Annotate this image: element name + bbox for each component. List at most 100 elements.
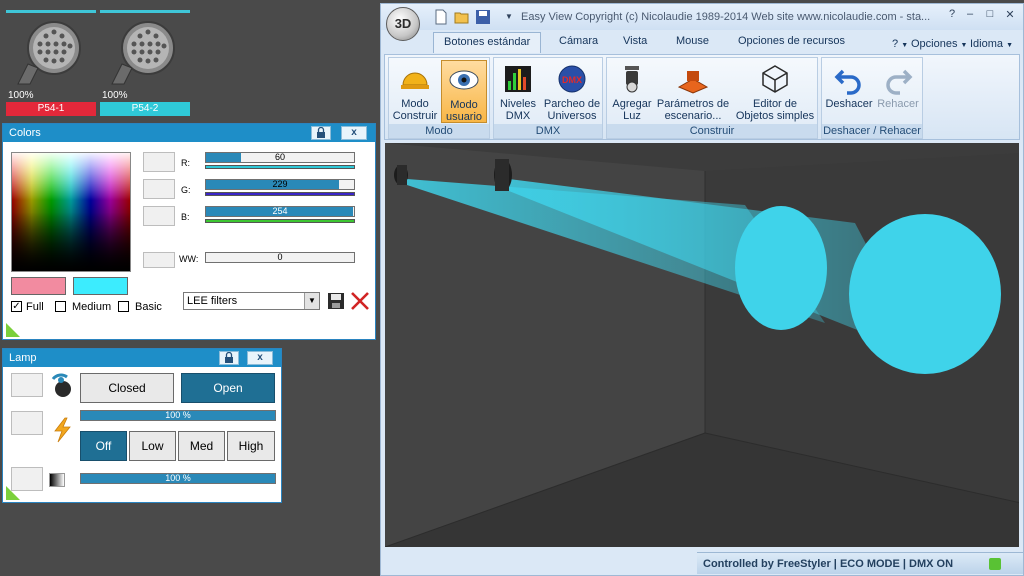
g-underline — [205, 192, 355, 196]
shutter-open-button[interactable]: Open — [181, 373, 275, 403]
b-preset-button[interactable] — [143, 206, 175, 226]
status-text: Controlled by FreeStyler | ECO MODE | DM… — [703, 558, 954, 570]
ww-preset-button[interactable] — [143, 252, 175, 268]
strobe-preset-button[interactable] — [11, 411, 43, 435]
r-value: 60 — [274, 152, 285, 162]
strobe-high-button[interactable]: High — [227, 431, 275, 461]
app-orb-button[interactable]: 3D — [386, 7, 420, 41]
ww-slider[interactable]: 0 — [205, 252, 355, 263]
group-construir: Agregar Luz Parámetros de escenario... E… — [606, 57, 818, 139]
group-modo: Modo Construir Modo usuario Modo — [388, 57, 490, 139]
save-icon[interactable] — [327, 292, 345, 310]
easy-view-window: 3D ▼ Easy View Copyright (c) Nicolaudie … — [380, 3, 1024, 576]
editor-objetos-button[interactable]: Editor de Objetos simples — [733, 60, 817, 123]
modo-construir-button[interactable]: Modo Construir — [391, 60, 439, 123]
light-spot-2 — [849, 214, 1001, 374]
g-slider[interactable]: 229 — [205, 179, 355, 190]
fixture-p54-2[interactable]: 100% P54-2 — [100, 8, 190, 118]
group-label-deshacer: Deshacer / Rehacer — [822, 124, 922, 138]
opciones-menu[interactable]: Opciones ▼ — [911, 38, 967, 50]
color-spectrum-picker[interactable] — [11, 152, 131, 272]
current-color-swatch — [11, 277, 66, 295]
light-spot-1 — [735, 206, 827, 330]
fixture-model-1 — [394, 165, 408, 185]
resize-grip-icon[interactable] — [6, 486, 20, 500]
strobe-off-button[interactable]: Off — [80, 431, 127, 461]
help-menu[interactable]: ? ▼ — [892, 38, 908, 50]
dimmer-slider[interactable]: 100 % — [80, 410, 276, 421]
r-underline — [205, 165, 355, 169]
tab-vista[interactable]: Vista — [623, 35, 647, 47]
delete-icon[interactable] — [350, 291, 370, 311]
target-color-swatch — [73, 277, 128, 295]
r-preset-button[interactable] — [143, 152, 175, 172]
strobe-med-button[interactable]: Med — [178, 431, 225, 461]
medium-checkbox[interactable] — [55, 301, 66, 312]
tab-botones-estandar[interactable]: Botones estándar — [433, 32, 542, 53]
lamp-panel-titlebar[interactable]: Lamp x — [3, 349, 281, 367]
shutter-preset-button[interactable] — [11, 373, 43, 397]
gradient-icon — [49, 473, 65, 487]
lamp-panel: Lamp x Closed Open 100 % Off Low Med Hig… — [2, 348, 282, 503]
group-deshacer-rehacer: Deshacer Rehacer Deshacer / Rehacer — [821, 57, 923, 139]
minimize-button[interactable]: – — [959, 8, 981, 24]
colors-panel-titlebar[interactable]: Colors x — [3, 124, 375, 142]
ribbon: Modo Construir Modo usuario Modo Niveles… — [384, 54, 1020, 140]
fixture-selection-bar — [100, 10, 190, 13]
chevron-down-icon[interactable]: ▼ — [304, 293, 319, 309]
close-button[interactable]: x — [341, 126, 367, 140]
rehacer-button[interactable]: Rehacer — [874, 60, 922, 123]
close-window-button[interactable]: ✕ — [999, 8, 1021, 24]
r-slider[interactable]: 60 — [205, 152, 355, 163]
new-file-icon[interactable] — [433, 9, 449, 25]
maximize-button[interactable]: □ — [979, 8, 1001, 24]
medium-label: Medium — [72, 301, 112, 313]
cube-icon — [762, 65, 788, 93]
agregar-luz-button[interactable]: Agregar Luz — [609, 60, 655, 123]
eye-icon — [449, 70, 479, 90]
resize-grip-icon[interactable] — [6, 323, 20, 337]
idioma-menu[interactable]: Idioma ▼ — [970, 38, 1013, 50]
b-underline — [205, 219, 355, 223]
panel-title: Lamp — [9, 352, 37, 364]
full-checkbox[interactable]: ✓ — [11, 301, 22, 312]
ribbon-tabs: Botones estándar Cámara Vista Mouse Opci… — [381, 30, 1023, 54]
basic-checkbox[interactable] — [118, 301, 129, 312]
open-folder-icon[interactable] — [454, 9, 470, 25]
svg-text:DMX: DMX — [562, 75, 582, 85]
g-preset-button[interactable] — [143, 179, 175, 199]
b-slider[interactable]: 254 — [205, 206, 355, 217]
tab-mouse[interactable]: Mouse — [676, 35, 709, 47]
basic-label: Basic — [135, 301, 162, 313]
parcheo-universos-button[interactable]: DMX Parcheo de Universos — [542, 60, 602, 123]
deshacer-button[interactable]: Deshacer — [824, 60, 874, 123]
window-title: Easy View Copyright (c) Nicolaudie 1989-… — [521, 11, 931, 23]
fixture-name: P54-2 — [100, 102, 190, 116]
strobe-low-button[interactable]: Low — [129, 431, 176, 461]
intensity-value: 100 % — [165, 473, 191, 483]
dmx-globe-icon: DMX — [558, 65, 586, 93]
lightning-icon — [51, 417, 73, 443]
shutter-closed-button[interactable]: Closed — [80, 373, 174, 403]
lock-icon[interactable] — [219, 351, 239, 365]
hardhat-icon — [401, 72, 429, 89]
g-value: 229 — [272, 179, 288, 189]
3d-viewport[interactable] — [385, 143, 1019, 547]
save-icon[interactable] — [475, 9, 491, 25]
window-titlebar[interactable]: 3D ▼ Easy View Copyright (c) Nicolaudie … — [381, 4, 1023, 41]
g-label: G: — [181, 185, 191, 195]
modo-usuario-button[interactable]: Modo usuario — [441, 60, 487, 123]
qat-dropdown-icon[interactable]: ▼ — [505, 12, 513, 21]
intensity-slider[interactable]: 100 % — [80, 473, 276, 484]
niveles-dmx-button[interactable]: Niveles DMX — [496, 60, 540, 123]
tab-opciones-de-recursos[interactable]: Opciones de recursos — [738, 35, 845, 47]
parametros-escenario-button[interactable]: Parámetros de escenario... — [655, 60, 731, 123]
filter-library-select[interactable]: LEE filters ▼ — [183, 292, 320, 310]
tab-camara[interactable]: Cámara — [559, 35, 598, 47]
fixture-selection-bar — [6, 10, 96, 13]
dimmer-value: 100 % — [165, 410, 191, 420]
lock-icon[interactable] — [311, 126, 331, 140]
group-label-construir: Construir — [607, 124, 817, 138]
fixture-p54-1[interactable]: 100% P54-1 — [6, 8, 96, 118]
close-button[interactable]: x — [247, 351, 273, 365]
